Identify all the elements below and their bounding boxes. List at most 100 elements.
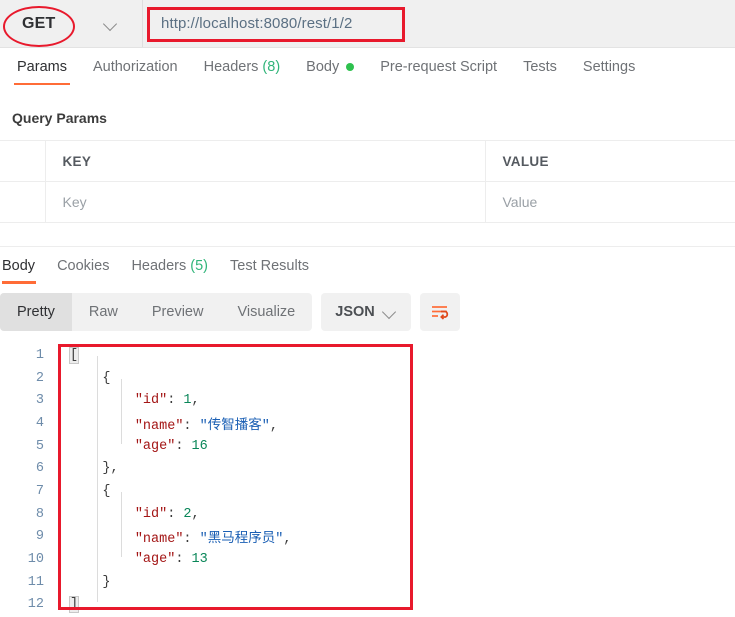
code-line-row: 4 "name": "传智播客",	[0, 412, 735, 435]
query-params-title: Query Params	[12, 110, 107, 126]
line-number: 5	[35, 438, 44, 454]
response-tab-headers[interactable]: Headers (5)	[120, 247, 219, 285]
tab-label: Settings	[582, 58, 636, 75]
table-header-row: KEY VALUE	[0, 140, 735, 182]
code-token-str: "传智播客"	[199, 418, 270, 434]
code-line-row: 1[	[0, 344, 735, 367]
code-line-row: 9 "name": "黑马程序员",	[0, 526, 735, 549]
word-wrap-button[interactable]	[419, 293, 460, 331]
chevron-down-icon[interactable]	[104, 17, 118, 31]
code-token-num: 13	[191, 552, 208, 568]
view-mode-raw[interactable]: Raw	[72, 293, 135, 331]
tab-label: Cookies	[57, 257, 110, 274]
code-line-content: "name": "传智播客",	[54, 413, 735, 434]
code-token-key: "name"	[134, 532, 184, 548]
code-line-content: {	[54, 371, 735, 386]
request-url-bar: GET http://localhost:8080/rest/1/2	[0, 0, 735, 48]
code-line-row: 3 "id": 1,	[0, 389, 735, 412]
view-mode-visualize[interactable]: Visualize	[220, 293, 312, 331]
code-line-content: ]	[54, 596, 735, 614]
response-view-toolbar: Pretty Raw Preview Visualize JSON	[0, 293, 460, 331]
tab-label: Headers	[131, 257, 187, 274]
code-line-row: 11 }	[0, 571, 735, 594]
url-input[interactable]: http://localhost:8080/rest/1/2	[144, 0, 735, 47]
response-tab-body[interactable]: Body	[0, 247, 46, 285]
tab-headers[interactable]: Headers (8)	[191, 47, 294, 86]
param-key-placeholder: Key	[62, 194, 87, 210]
code-token-pun: ,	[191, 506, 200, 522]
code-token-key: "age"	[134, 438, 176, 454]
tab-count-badge: (5)	[190, 257, 208, 274]
view-mode-preview[interactable]: Preview	[135, 293, 221, 331]
select-all-cell[interactable]	[0, 140, 46, 182]
chevron-down-icon[interactable]	[383, 305, 397, 319]
code-line-row: 10 "age": 13	[0, 548, 735, 571]
tab-label: Test Results	[230, 257, 309, 274]
column-header-value: VALUE	[485, 140, 735, 182]
code-token-pun: ,	[283, 532, 292, 548]
row-checkbox-cell[interactable]	[0, 181, 46, 223]
param-value-input[interactable]: Value	[485, 181, 735, 223]
line-number: 12	[27, 597, 44, 613]
code-line-content: "id": 1,	[54, 393, 735, 408]
query-params-table: KEY VALUE Key Value	[0, 140, 735, 223]
tab-authorization[interactable]: Authorization	[80, 47, 191, 86]
response-body-code[interactable]: 1[2 {3 "id": 1, 4 "name": "传智播客", 5 "age":…	[0, 344, 735, 617]
code-token-key: "name"	[134, 418, 184, 434]
code-line-row: 7 {	[0, 480, 735, 503]
tab-label: Pre-request Script	[380, 58, 498, 75]
code-token-pun: },	[102, 461, 119, 477]
code-token-num: 1	[183, 393, 192, 409]
tab-settings[interactable]: Settings	[570, 47, 648, 86]
body-present-dot-icon	[346, 62, 355, 71]
line-number: 6	[35, 461, 44, 477]
code-token-num: 16	[191, 438, 208, 454]
code-line-row: 6 },	[0, 457, 735, 480]
tab-label: Body	[306, 58, 340, 75]
code-token-pun: }	[102, 574, 111, 590]
response-tab-cookies[interactable]: Cookies	[46, 247, 120, 285]
code-line-content: "age": 13	[54, 552, 735, 567]
code-line-content: [	[54, 346, 735, 364]
response-tab-bar: Body Cookies Headers (5) Test Results	[0, 246, 735, 284]
response-tab-test-results[interactable]: Test Results	[219, 247, 320, 285]
code-token-key: "id"	[134, 393, 168, 409]
code-line-content: "age": 16	[54, 439, 735, 454]
http-method-selector[interactable]: GET	[0, 0, 143, 47]
code-line-row: 2 {	[0, 367, 735, 390]
tab-body[interactable]: Body	[293, 47, 367, 86]
tab-label: Tests	[523, 58, 557, 75]
code-token-pun: {	[102, 370, 111, 386]
word-wrap-icon	[432, 306, 449, 320]
code-token-pun: ]	[68, 596, 80, 614]
code-line-row: 5 "age": 16	[0, 435, 735, 458]
param-value-placeholder: Value	[502, 194, 538, 210]
format-label: JSON	[335, 304, 375, 320]
format-selector[interactable]: JSON	[321, 293, 411, 331]
code-fold-guide	[121, 379, 122, 444]
code-fold-guide	[121, 492, 122, 557]
code-fold-guide	[97, 356, 98, 602]
line-number: 3	[35, 393, 44, 409]
tab-count-badge: (8)	[262, 58, 281, 75]
code-line-row: 8 "id": 2,	[0, 503, 735, 526]
code-token-key: "age"	[134, 552, 176, 568]
code-token-pun: ,	[191, 393, 200, 409]
code-token-pun: {	[102, 483, 111, 499]
code-token-pun: [	[68, 346, 80, 364]
tab-tests[interactable]: Tests	[510, 47, 570, 86]
tab-pre-request-script[interactable]: Pre-request Script	[367, 47, 510, 86]
view-mode-pretty[interactable]: Pretty	[0, 293, 72, 331]
http-method-label: GET	[22, 14, 56, 32]
tab-label: Params	[17, 58, 67, 75]
line-number: 2	[35, 370, 44, 386]
tab-params[interactable]: Params	[4, 47, 80, 86]
column-header-key: KEY	[45, 140, 486, 182]
tab-label: Authorization	[92, 58, 178, 75]
code-token-pun: :	[167, 506, 184, 522]
code-line-row: 12]	[0, 594, 735, 617]
code-token-num: 2	[183, 506, 192, 522]
code-line-content: {	[54, 484, 735, 499]
tab-label: Headers	[203, 58, 259, 75]
param-key-input[interactable]: Key	[45, 181, 486, 223]
